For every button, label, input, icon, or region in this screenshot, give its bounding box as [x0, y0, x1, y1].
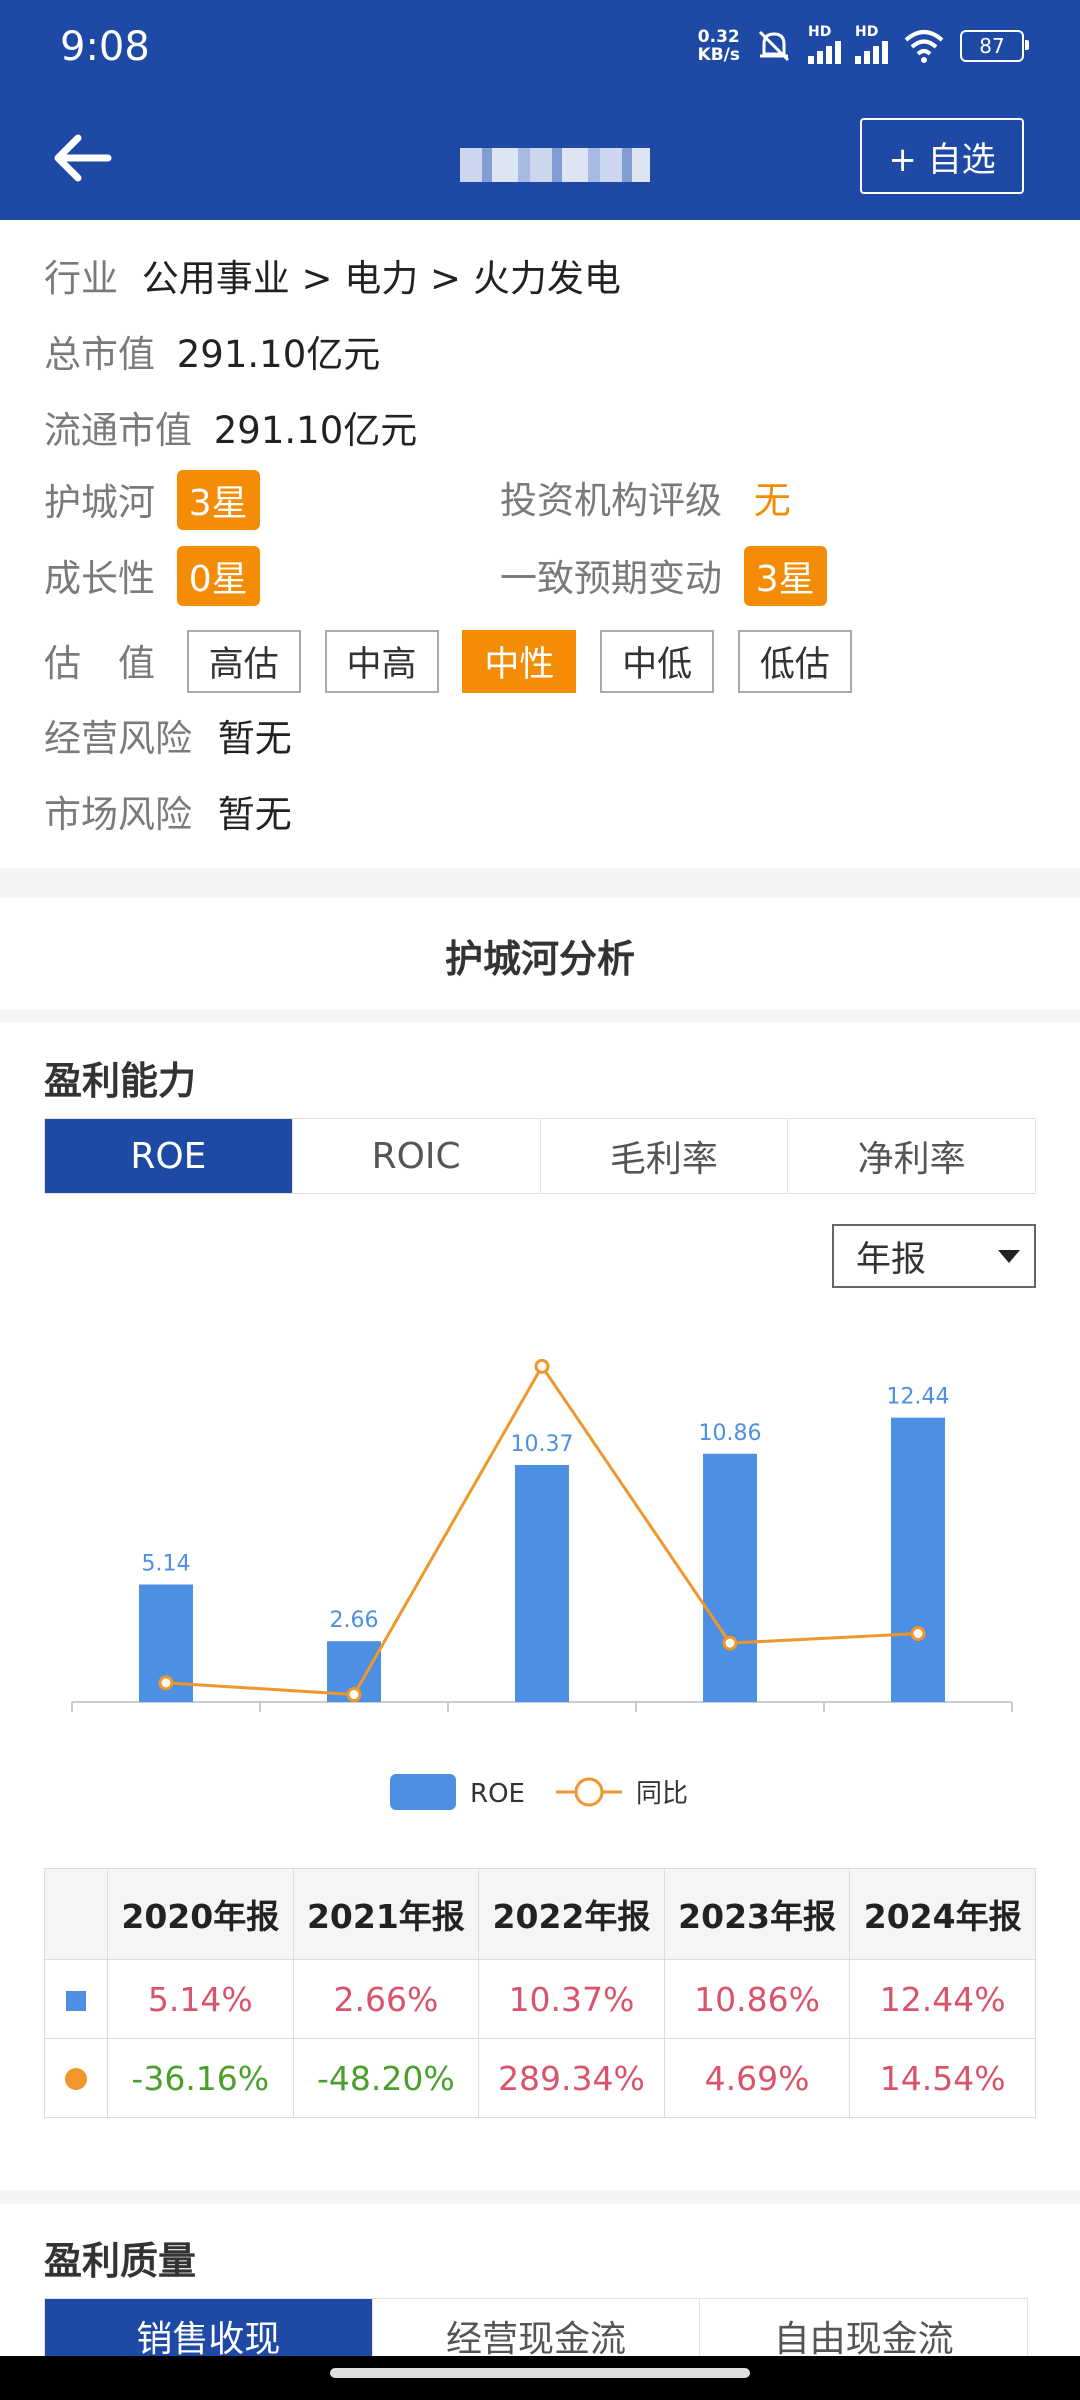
- legend-yoy-marker: [574, 1777, 604, 1807]
- status-icons: 0.32 KB/s HD HD 87: [697, 24, 1029, 66]
- table-header: 2024年报: [849, 1868, 1036, 1960]
- legend-yoy-label: 同比: [636, 1779, 688, 1809]
- tab-roic[interactable]: ROIC: [292, 1119, 541, 1193]
- roe-data-label: 10.37: [511, 1432, 574, 1457]
- valuation-option-mid-high: 中高: [324, 630, 439, 693]
- table-cell: 10.37%: [478, 1959, 665, 2039]
- moat-analysis-title: 护城河分析: [444, 937, 635, 981]
- yoy-point: [910, 1626, 926, 1642]
- yoy-legend-dot-icon: [65, 2067, 87, 2090]
- roe-data-label: 5.14: [142, 1552, 191, 1577]
- roe-data-label: 2.66: [330, 1608, 379, 1633]
- nav-bar: + 自选: [0, 100, 1080, 220]
- table-corner: [44, 1868, 108, 1960]
- moat-row: 护城河 3星: [44, 470, 260, 530]
- legend-roe-label: ROE: [470, 1779, 525, 1809]
- yoy-point: [158, 1675, 174, 1691]
- signal-icon-2: HD: [855, 24, 888, 64]
- table-cell: -36.16%: [107, 2038, 294, 2118]
- table-cell: 5.14%: [107, 1959, 294, 2039]
- table-cell: -48.20%: [292, 2038, 480, 2118]
- status-bar: 9:08 0.32 KB/s HD HD 87: [0, 0, 1080, 100]
- wifi-icon: [904, 30, 944, 63]
- roe-bar: [515, 1464, 569, 1702]
- yoy-point: [346, 1687, 362, 1703]
- forecast-row: 一致预期变动 3星: [500, 546, 827, 606]
- tab-net-margin[interactable]: 净利率: [788, 1119, 1035, 1193]
- period-select[interactable]: 年报: [832, 1224, 1036, 1288]
- float-cap-row: 流通市值 291.10亿元: [44, 409, 418, 452]
- valuation-option-low: 低估: [737, 630, 852, 693]
- section-divider: [0, 868, 1080, 898]
- roe-bar: [891, 1417, 945, 1702]
- battery-icon: 87: [960, 30, 1029, 62]
- table-header: 2023年报: [663, 1868, 851, 1960]
- table-cell: 10.86%: [663, 1959, 851, 2039]
- table-cell: 12.44%: [849, 1959, 1036, 2039]
- table-cell: 2.66%: [292, 1959, 480, 2039]
- add-watchlist-button[interactable]: + 自选: [860, 118, 1024, 194]
- net-speed: 0.32 KB/s: [697, 27, 740, 65]
- rating-row: 投资机构评级 无: [500, 479, 791, 522]
- table-row-roe: 5.14% 2.66% 10.37% 10.86% 12.44%: [44, 1959, 1036, 2039]
- app-header: 9:08 0.32 KB/s HD HD 87 + 自选: [0, 0, 1080, 220]
- section-divider-thin: [0, 1010, 1080, 1022]
- roe-table: 2020年报 2021年报 2022年报 2023年报 2024年报 5.14%…: [44, 1868, 1036, 2118]
- signal-icon-1: HD: [808, 24, 841, 64]
- back-arrow-icon[interactable]: [50, 128, 120, 188]
- table-header: 2022年报: [478, 1868, 665, 1960]
- status-time: 9:08: [60, 24, 150, 70]
- stock-name-blurred: [460, 148, 650, 182]
- forecast-star-badge: 3星: [743, 546, 827, 606]
- table-cell: 14.54%: [849, 2038, 1036, 2118]
- roe-data-label: 10.86: [699, 1421, 762, 1446]
- tab-gross-margin[interactable]: 毛利率: [540, 1119, 789, 1193]
- market-risk-row: 市场风险 暂无: [44, 793, 292, 836]
- yoy-point: [722, 1635, 738, 1651]
- valuation-row: 估 值 高估 中高 中性 中低 低估: [44, 630, 864, 693]
- table-row-yoy: -36.16% -48.20% 289.34% 4.69% 14.54%: [44, 2038, 1036, 2118]
- op-risk-row: 经营风险 暂无: [44, 717, 292, 760]
- system-nav-bar: [0, 2356, 1080, 2400]
- industry-row: 行业 公用事业 > 电力 > 火力发电: [44, 257, 621, 300]
- market-cap-row: 总市值 291.10亿元: [44, 333, 381, 376]
- roe-legend-square-icon: [66, 1990, 86, 2011]
- bell-muted-icon: [758, 30, 790, 62]
- table-cell: 4.69%: [663, 2038, 851, 2118]
- growth-star-badge: 0星: [176, 546, 260, 606]
- section-divider-2: [0, 2190, 1080, 2204]
- valuation-option-mid-low: 中低: [600, 630, 715, 693]
- table-header: 2021年报: [292, 1868, 480, 1960]
- moat-star-badge: 3星: [176, 470, 260, 530]
- growth-row: 成长性 0星: [44, 546, 260, 606]
- legend-roe-swatch: [390, 1774, 456, 1810]
- valuation-option-neutral: 中性: [462, 630, 577, 693]
- yoy-point: [534, 1358, 550, 1374]
- chevron-down-icon: [998, 1250, 1020, 1263]
- table-cell: 289.34%: [478, 2038, 665, 2118]
- tab-roe[interactable]: ROE: [45, 1119, 293, 1193]
- profitability-tabs: ROE ROIC 毛利率 净利率: [44, 1118, 1036, 1194]
- table-header: 2020年报: [107, 1868, 294, 1960]
- valuation-option-high: 高估: [186, 630, 301, 693]
- roe-bar: [703, 1453, 757, 1702]
- roe-data-label: 12.44: [887, 1385, 950, 1410]
- roe-chart: 5.14 2.66 10.37 10.86 12.44 ROE 同比: [71, 1358, 1013, 1810]
- quality-title: 盈利质量: [44, 2239, 197, 2283]
- table-header-row: 2020年报 2021年报 2022年报 2023年报 2024年报: [44, 1868, 1036, 1960]
- profitability-title: 盈利能力: [44, 1059, 197, 1103]
- home-indicator[interactable]: [330, 2368, 750, 2378]
